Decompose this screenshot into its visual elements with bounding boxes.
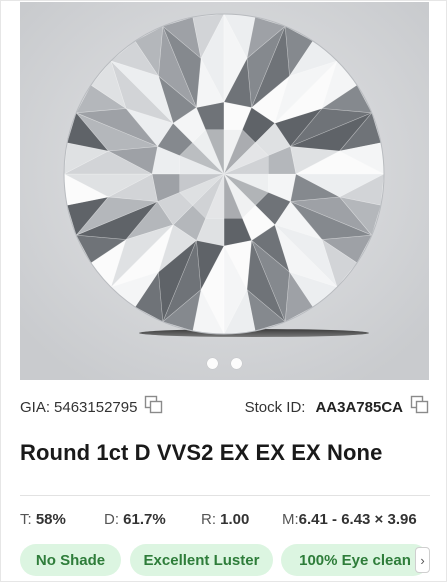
specs-row: T: 58% D: 61.7% R: 1.00 M:6.41 - 6.43 × … <box>20 511 430 531</box>
copy-stock-id-icon[interactable] <box>410 395 430 415</box>
identifier-row: GIA: 5463152795 Stock ID: AA3A785CA <box>20 395 430 419</box>
tag-excellent-luster: Excellent Luster <box>130 544 273 576</box>
diamond-card: GIA: 5463152795 Stock ID: AA3A785CA Roun… <box>0 0 447 582</box>
copy-gia-icon[interactable] <box>144 395 164 415</box>
stock-id-value: AA3A785CA <box>315 398 403 416</box>
tag-no-shade: No Shade <box>20 544 121 576</box>
chevron-right-icon[interactable]: › <box>415 547 430 573</box>
diamond-title: Round 1ct D VVS2 EX EX EX None <box>20 440 383 465</box>
divider <box>20 495 430 496</box>
stock-id-group: Stock ID: AA3A785CA <box>244 395 430 417</box>
spec-measurements: M:6.41 - 6.43 × 3.96 <box>282 511 417 528</box>
tag-eye-clean: 100% Eye clean <box>281 544 429 576</box>
spec-depth: D: 61.7% <box>104 511 166 528</box>
spec-ratio: R: 1.00 <box>201 511 250 528</box>
carousel-dot-1[interactable] <box>207 358 218 369</box>
carousel-dots <box>20 358 429 372</box>
diamond-image <box>20 2 429 380</box>
diamond-table-facet <box>179 129 269 219</box>
carousel-dot-2[interactable] <box>231 358 242 369</box>
stock-id-label: Stock ID: <box>244 398 306 416</box>
gia-label: GIA: <box>20 398 51 416</box>
gia-number: 5463152795 <box>54 398 138 416</box>
gia-number-group: GIA: 5463152795 <box>20 395 164 417</box>
spec-table: T: 58% <box>20 511 66 528</box>
feature-tags: No Shade Excellent Luster 100% Eye clean… <box>20 544 430 576</box>
diamond-image-carousel[interactable] <box>20 2 429 380</box>
